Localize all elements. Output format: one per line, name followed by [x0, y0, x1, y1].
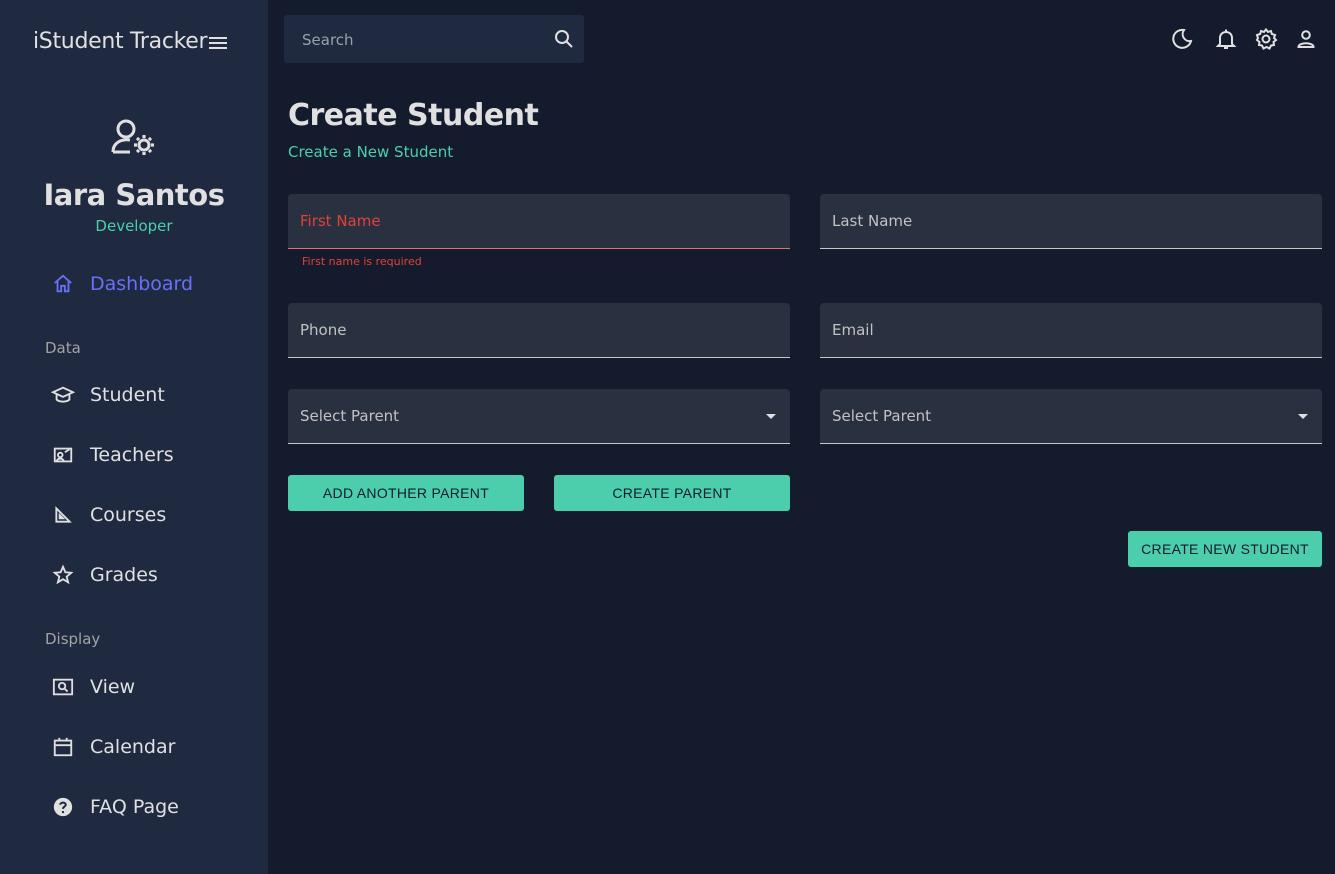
create-new-student-button[interactable]: CREATE NEW STUDENT [1128, 531, 1322, 567]
help-icon [50, 794, 76, 820]
app-title: iStudent Tracker [33, 29, 208, 54]
dropdown-arrow-icon [1298, 414, 1308, 419]
sidebar-item-label: Courses [90, 504, 167, 526]
email-field[interactable]: Email [820, 303, 1322, 358]
menu-icon[interactable] [207, 34, 229, 52]
page-title: Create Student [288, 98, 539, 133]
star-icon [50, 562, 76, 588]
first-name-field[interactable]: First Name [288, 194, 790, 249]
parent-select-label: Select Parent [832, 407, 932, 425]
gear-icon[interactable] [1254, 27, 1278, 51]
sidebar-item-label: Calendar [90, 736, 176, 758]
page-subtitle: Create a New Student [288, 143, 454, 161]
sidebar-item-faq[interactable]: FAQ Page [50, 787, 179, 827]
teacher-icon [50, 442, 76, 468]
moon-icon[interactable] [1170, 27, 1194, 51]
parent-select-2[interactable]: Select Parent [820, 389, 1322, 444]
section-label-display: Display [45, 630, 101, 648]
phone-label: Phone [300, 321, 347, 339]
sidebar-item-courses[interactable]: Courses [50, 495, 166, 535]
triangle-ruler-icon [50, 502, 76, 528]
last-name-field[interactable]: Last Name [820, 194, 1322, 249]
create-parent-button[interactable]: CREATE PARENT [554, 475, 790, 511]
sidebar-item-teachers[interactable]: Teachers [50, 435, 174, 475]
sidebar-item-view[interactable]: View [50, 667, 135, 707]
sidebar-item-calendar[interactable]: Calendar [50, 727, 175, 767]
school-icon [50, 382, 76, 408]
home-icon [50, 271, 76, 297]
email-label: Email [832, 321, 874, 339]
sidebar-item-grades[interactable]: Grades [50, 555, 158, 595]
sidebar: iStudent Tracker Iara Santos Developer D… [0, 0, 268, 874]
calendar-icon [50, 734, 76, 760]
parent-select-1[interactable]: Select Parent [288, 389, 790, 444]
person-icon[interactable] [1294, 27, 1318, 51]
image-search-icon [50, 674, 76, 700]
parent-select-label: Select Parent [300, 407, 400, 425]
sidebar-item-student[interactable]: Student [50, 375, 165, 415]
sidebar-item-dashboard[interactable]: Dashboard [50, 264, 193, 304]
sidebar-item-label: Teachers [90, 444, 174, 466]
bell-icon[interactable] [1214, 27, 1238, 51]
first-name-label: First Name [300, 212, 381, 230]
last-name-label: Last Name [832, 212, 913, 230]
sidebar-item-label: Dashboard [90, 273, 194, 295]
sidebar-item-label: Student [90, 384, 165, 406]
phone-field[interactable]: Phone [288, 303, 790, 358]
avatar [110, 118, 156, 158]
sidebar-item-label: FAQ Page [90, 796, 179, 818]
search-bar [284, 15, 584, 63]
search-icon[interactable] [552, 27, 576, 51]
add-another-parent-button[interactable]: ADD ANOTHER PARENT [288, 475, 524, 511]
user-role: Developer [95, 217, 173, 235]
dropdown-arrow-icon [766, 414, 776, 419]
user-name: Iara Santos [43, 178, 225, 212]
sidebar-item-label: Grades [90, 564, 158, 586]
first-name-error: First name is required [302, 255, 422, 268]
section-label-data: Data [45, 339, 81, 357]
sidebar-item-label: View [90, 676, 136, 698]
search-input[interactable] [300, 27, 544, 53]
